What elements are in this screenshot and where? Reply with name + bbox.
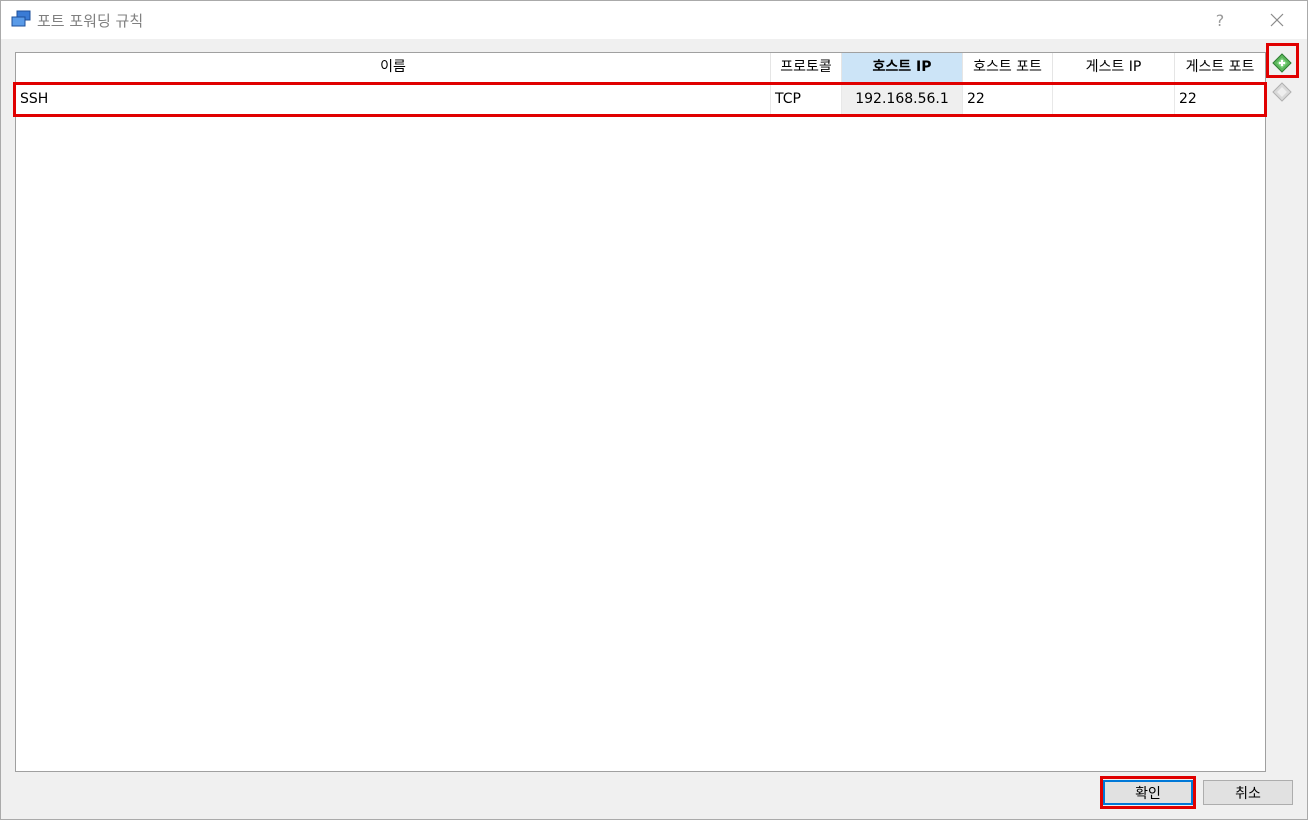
- add-rule-button[interactable]: [1269, 50, 1295, 76]
- remove-rule-icon: [1272, 82, 1292, 102]
- title-bar: 포트 포워딩 규칙 ?: [1, 1, 1307, 39]
- port-forwarding-dialog: 포트 포워딩 규칙 ? 이름 프로토콜 호스트 IP 호스트 포트 게스트 IP…: [0, 0, 1308, 820]
- cell-guest-ip[interactable]: [1053, 83, 1175, 115]
- cell-protocol[interactable]: TCP: [771, 83, 842, 115]
- table-row[interactable]: SSH TCP 192.168.56.1 22 22: [16, 83, 1265, 115]
- cancel-button[interactable]: 취소: [1203, 780, 1293, 805]
- column-header-name[interactable]: 이름: [16, 53, 771, 82]
- help-button[interactable]: ?: [1197, 1, 1243, 39]
- column-header-protocol[interactable]: 프로토콜: [771, 53, 842, 82]
- close-icon: [1270, 13, 1284, 27]
- rules-table[interactable]: 이름 프로토콜 호스트 IP 호스트 포트 게스트 IP 게스트 포트 SSH …: [15, 52, 1266, 772]
- table-header: 이름 프로토콜 호스트 IP 호스트 포트 게스트 IP 게스트 포트: [16, 53, 1265, 83]
- cell-host-port[interactable]: 22: [963, 83, 1053, 115]
- column-header-guest-port[interactable]: 게스트 포트: [1175, 53, 1265, 82]
- cell-guest-port[interactable]: 22: [1175, 83, 1265, 115]
- virtualbox-network-icon: [11, 10, 31, 27]
- window-title: 포트 포워딩 규칙: [37, 12, 144, 30]
- add-rule-icon: [1272, 53, 1292, 73]
- ok-button[interactable]: 확인: [1103, 780, 1193, 805]
- close-button[interactable]: [1254, 1, 1300, 39]
- column-header-guest-ip[interactable]: 게스트 IP: [1053, 53, 1175, 82]
- cell-name[interactable]: SSH: [16, 83, 771, 115]
- column-header-host-port[interactable]: 호스트 포트: [963, 53, 1053, 82]
- column-header-host-ip[interactable]: 호스트 IP: [842, 53, 963, 82]
- remove-rule-button[interactable]: [1269, 79, 1295, 105]
- cell-host-ip[interactable]: 192.168.56.1: [842, 83, 963, 115]
